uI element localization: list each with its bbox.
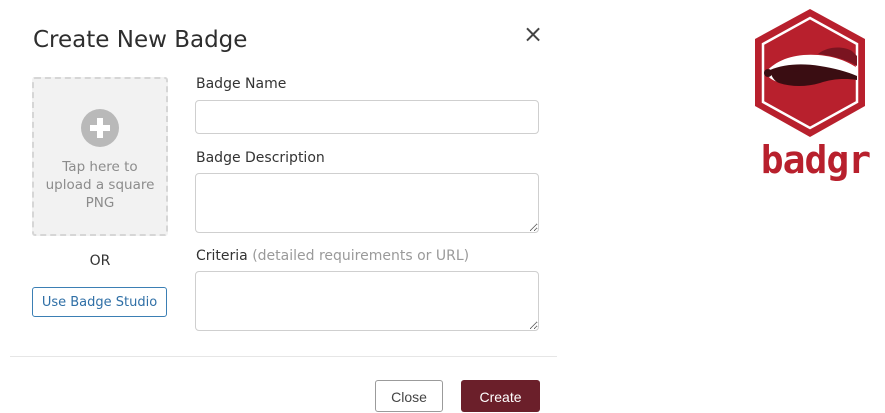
close-button[interactable]: Close [375,380,443,412]
upload-instructions: Tap here to upload a square PNG [45,159,155,211]
image-upload-dropzone[interactable]: Tap here to upload a square PNG [32,77,168,236]
close-icon[interactable]: × [521,22,545,46]
criteria-textarea[interactable] [195,271,539,331]
badge-description-label: Badge Description [196,150,325,166]
create-button[interactable]: Create [461,380,540,412]
criteria-label-text: Criteria [196,248,248,264]
criteria-label: Criteria (detailed requirements or URL) [196,248,469,264]
badge-name-input[interactable] [195,100,539,134]
criteria-hint: (detailed requirements or URL) [252,248,470,264]
footer-divider [10,356,557,357]
plus-circle-icon [81,109,119,147]
dialog-title: Create New Badge [33,27,248,53]
create-badge-dialog: Create New Badge × Tap here to upload a … [0,0,560,412]
badge-description-textarea[interactable] [195,173,539,233]
badgr-wordmark: badgr [760,138,871,182]
or-separator: OR [89,253,111,269]
badge-name-label: Badge Name [196,76,287,92]
use-badge-studio-button[interactable]: Use Badge Studio [32,287,167,317]
